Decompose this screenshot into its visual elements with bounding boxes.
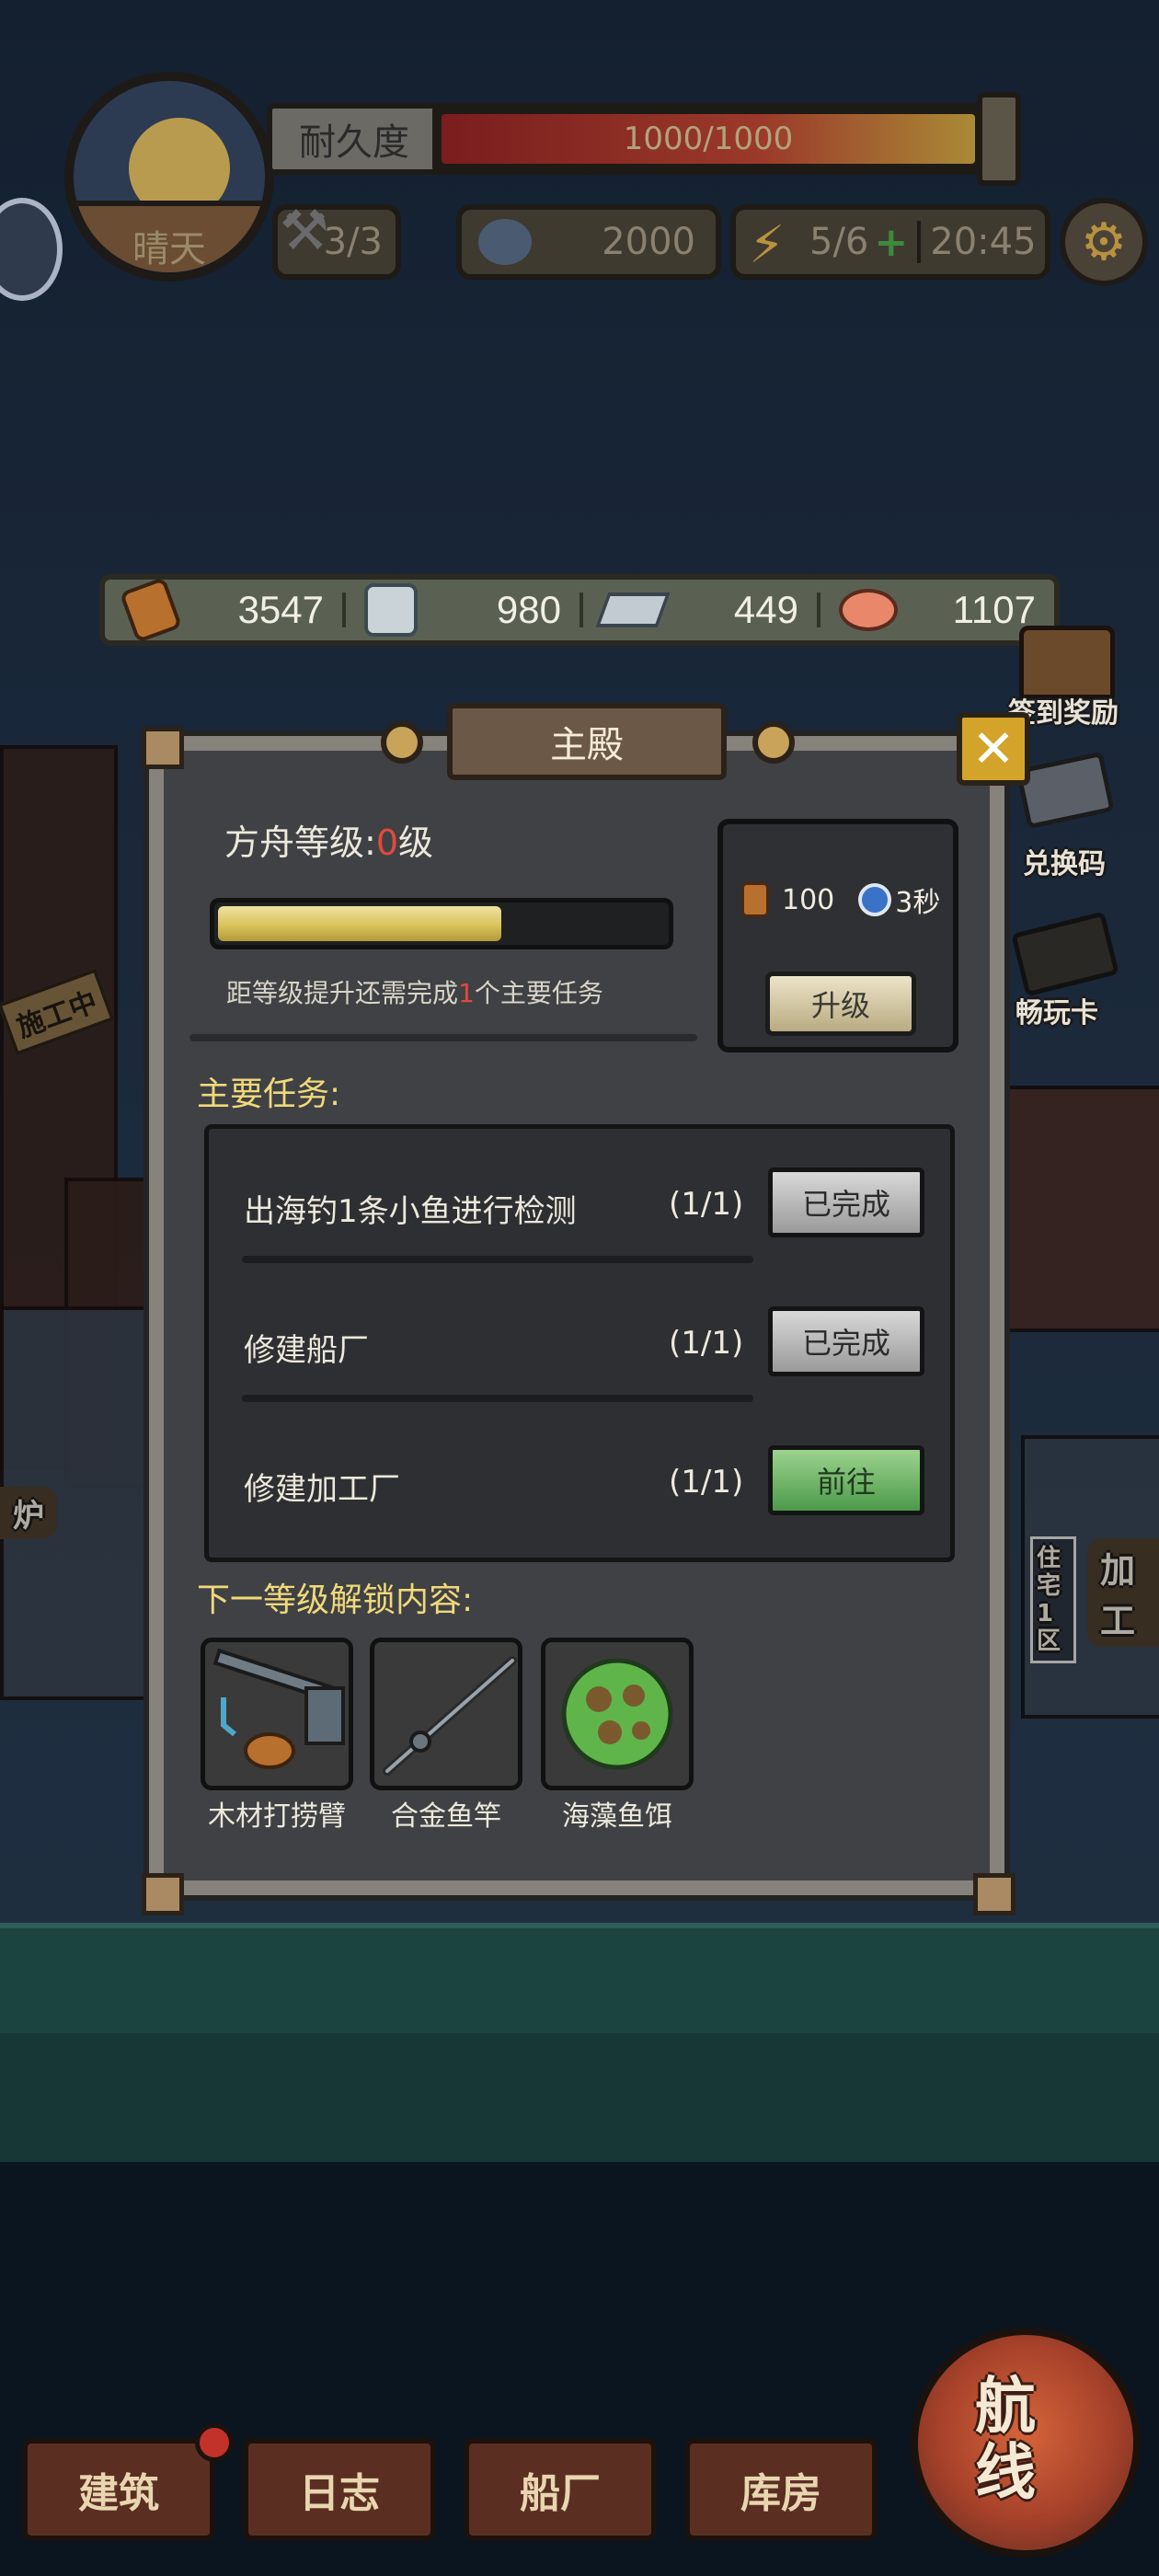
weather-indicator[interactable]: 晴天 [64, 72, 274, 282]
title-knob [752, 721, 795, 764]
dialog-corner-bolt [973, 1873, 1016, 1915]
add-energy-icon[interactable]: + [874, 219, 908, 266]
hint-suffix: 个主要任务 [474, 978, 603, 1008]
fishing-rod-icon [383, 1656, 517, 1776]
task-row: 修建加工厂 (1/1) 前往 [209, 1418, 950, 1556]
energy-counter[interactable]: ⚡ 5/6 + 20:45 [730, 204, 1050, 280]
wood-icon [741, 882, 769, 917]
energy-value: 5/6 [809, 221, 869, 263]
lightning-icon: ⚡ [749, 215, 786, 275]
energy-divider [917, 221, 922, 263]
upgrade-button[interactable]: 升级 [765, 972, 916, 1036]
hint-count: 1 [458, 978, 475, 1008]
clock-icon [858, 883, 892, 916]
log-resource: 980 [342, 580, 580, 640]
salvage-arm-icon [212, 1648, 345, 1769]
upgrade-cost-box: 100 3秒 升级 [717, 819, 958, 1052]
close-button[interactable]: ✕ [957, 712, 1030, 786]
task-name: 出海钓1条小鱼进行检测 [244, 1193, 577, 1230]
energy-timer: 20:45 [930, 221, 1037, 263]
coin-amount: 2000 [602, 221, 695, 263]
tab-build[interactable]: 建筑 [22, 2438, 215, 2541]
level-hint: 距等级提升还需完成1个主要任务 [226, 973, 603, 1010]
settings-gear-icon[interactable]: ⚙ [1060, 198, 1148, 286]
unlock-salvage-arm-label: 木材打捞臂 [208, 1800, 346, 1833]
unlock-salvage-arm[interactable] [201, 1638, 353, 1790]
dialog-corner-bolt [142, 727, 184, 769]
wood-icon [119, 576, 183, 644]
durability-value: 1000/1000 [623, 121, 794, 157]
log-amount: 980 [496, 588, 561, 631]
cost-time: 3秒 [895, 887, 941, 919]
iron-amount: 449 [733, 588, 798, 631]
salmon-icon [839, 589, 898, 631]
weather-label: 晴天 [132, 228, 206, 270]
task-completed-button[interactable]: 已完成 [768, 1306, 924, 1376]
main-tasks-title: 主要任务: [197, 1075, 341, 1113]
durability-label: 耐久度 [267, 103, 442, 175]
task-go-button[interactable]: 前往 [768, 1445, 924, 1515]
wood-amount: 3547 [237, 588, 324, 631]
task-name: 修建加工厂 [244, 1471, 400, 1508]
fish-resource: 1107 [817, 580, 1054, 640]
redeem-code-label[interactable]: 兑换码 [1023, 841, 1106, 881]
hammer-wrench-icon: ⚒ [280, 199, 329, 263]
fish-amount: 1107 [952, 588, 1036, 631]
task-completed-button[interactable]: 已完成 [768, 1167, 924, 1237]
level-progress-fill [218, 906, 502, 941]
iron-ingot-icon [595, 592, 671, 627]
play-card-label[interactable]: 畅玩卡 [1016, 990, 1098, 1030]
hint-prefix: 距等级提升还需完成 [226, 978, 459, 1008]
unlock-alloy-rod-label: 合金鱼竿 [391, 1800, 501, 1833]
close-icon: ✕ [971, 719, 1016, 779]
cost-wood: 100 [782, 883, 835, 916]
coin-counter[interactable]: 2000 [456, 204, 721, 280]
level-progress-bar [210, 898, 673, 949]
durability-bar-cap [977, 92, 1021, 186]
task-progress: (1/1) [669, 1186, 744, 1223]
iron-resource: 449 [580, 580, 817, 640]
log-icon [364, 583, 418, 637]
unlock-alloy-rod[interactable] [370, 1638, 522, 1790]
divider [189, 1034, 697, 1041]
voyage-label: 航线 [975, 2371, 1036, 2508]
wood-resource: 3547 [105, 576, 342, 644]
notification-badge [195, 2423, 234, 2462]
unlock-seaweed-bait[interactable] [541, 1638, 694, 1790]
tab-warehouse[interactable]: 库房 [684, 2438, 878, 2541]
ark-level-text: 方舟等级:0级 [224, 814, 433, 865]
task-progress: (1/1) [669, 1464, 744, 1501]
tab-log[interactable]: 日志 [243, 2438, 436, 2541]
durability-bar: 1000/1000 [432, 103, 984, 175]
cost-row: 100 3秒 [741, 880, 953, 920]
task-divider [242, 1395, 753, 1402]
fish-coin-icon [478, 219, 532, 265]
treasure-chest-icon[interactable] [1019, 626, 1115, 699]
ark-level-label: 方舟等级: [224, 822, 376, 863]
unlock-seaweed-bait-label: 海藻鱼饵 [562, 1800, 672, 1833]
task-progress: (1/1) [669, 1325, 744, 1362]
ark-level-value: 0 [375, 822, 398, 863]
task-list: 出海钓1条小鱼进行检测 (1/1) 已完成 修建船厂 (1/1) 已完成 修建加… [204, 1124, 955, 1562]
seaweed-bait-icon [561, 1658, 673, 1770]
resource-bar: 3547 980 449 1107 [99, 574, 1060, 646]
unlock-title: 下一等级解锁内容: [197, 1581, 474, 1619]
hammer-count: 3/3 [323, 221, 383, 263]
task-name: 修建船厂 [244, 1332, 369, 1369]
dialog-corner-bolt [142, 1873, 184, 1915]
dialog-title: 主殿 [447, 703, 727, 780]
tab-shipyard[interactable]: 船厂 [464, 2438, 657, 2541]
title-knob [381, 721, 423, 764]
ark-level-unit: 级 [398, 822, 434, 863]
task-divider [242, 1256, 753, 1263]
